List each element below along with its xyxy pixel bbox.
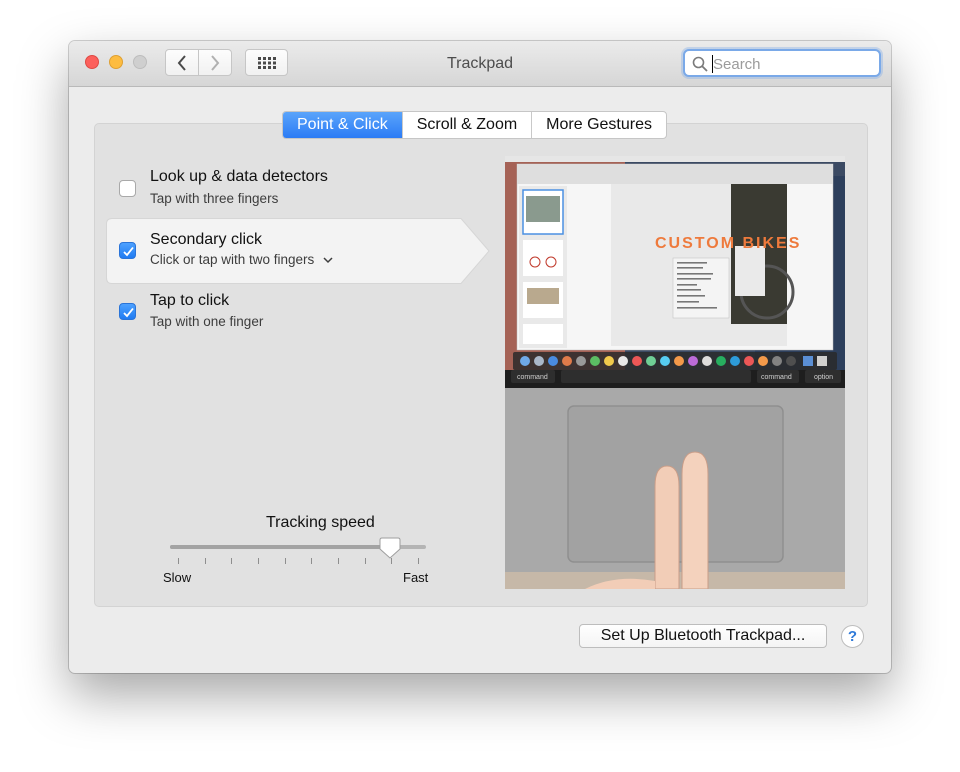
option-title: Look up & data detectors: [150, 168, 328, 185]
option-subtitle: Click or tap with two fingers: [150, 252, 315, 267]
slider-tick: [204, 558, 206, 564]
option-subtitle: Tap with one finger: [150, 314, 264, 329]
option-tap-to-click[interactable]: Tap to click Tap with one finger: [107, 282, 477, 342]
tracking-speed-label: Tracking speed: [266, 514, 375, 531]
help-button[interactable]: ?: [841, 625, 864, 648]
secondary-click-dropdown[interactable]: Click or tap with two fingers: [150, 252, 333, 267]
tab-bar: Point & Click Scroll & Zoom More Gesture…: [282, 111, 667, 139]
tab-scroll-and-zoom[interactable]: Scroll & Zoom: [401, 112, 531, 138]
key-option: option: [814, 374, 833, 381]
slider-tick: [364, 558, 366, 564]
chevron-down-icon: [323, 257, 333, 264]
slider-min-label: Slow: [163, 570, 192, 585]
tab-point-and-click[interactable]: Point & Click: [283, 112, 402, 138]
look-up-checkbox[interactable]: [119, 180, 136, 197]
option-subtitle: Tap with three fingers: [150, 191, 279, 206]
slider-tick: [338, 558, 339, 564]
option-secondary-click[interactable]: Secondary click Click or tap with two fi…: [107, 218, 477, 278]
option-look-up[interactable]: Look up & data detectors Tap with three …: [107, 154, 477, 214]
checkmark-icon: [123, 246, 134, 257]
key-command-right: command: [761, 374, 792, 381]
slider-tick: [311, 558, 313, 564]
search-placeholder: Search: [713, 56, 761, 73]
tap-to-click-checkbox[interactable]: [119, 303, 136, 320]
gesture-preview-image: CUSTOM BIKES command command option: [505, 156, 845, 589]
slider-fill: [170, 545, 391, 549]
title-bar: Trackpad Search: [69, 41, 891, 87]
set-up-bluetooth-trackpad-button[interactable]: Set Up Bluetooth Trackpad...: [579, 624, 827, 648]
preferences-window: Trackpad Search Point & Click Scroll & Z…: [69, 41, 891, 673]
slider-tick: [231, 558, 233, 564]
option-title: Secondary click: [150, 231, 263, 248]
checkmark-icon: [123, 307, 134, 318]
slider-thumb[interactable]: [379, 537, 401, 559]
search-field[interactable]: Search: [683, 49, 881, 77]
slider-tick: [258, 558, 259, 564]
tab-more-gestures[interactable]: More Gestures: [531, 112, 666, 138]
preview-headline: CUSTOM BIKES: [655, 235, 801, 252]
settings-panel: Look up & data detectors Tap with three …: [94, 123, 868, 607]
search-icon: [692, 56, 708, 72]
slider-tick: [178, 558, 179, 564]
slider-tick: [418, 558, 419, 564]
option-title: Tap to click: [150, 292, 230, 309]
secondary-click-checkbox[interactable]: [119, 242, 136, 259]
slider-max-label: Fast: [403, 570, 429, 585]
key-command-left: command: [517, 374, 548, 381]
slider-tick: [284, 558, 286, 564]
